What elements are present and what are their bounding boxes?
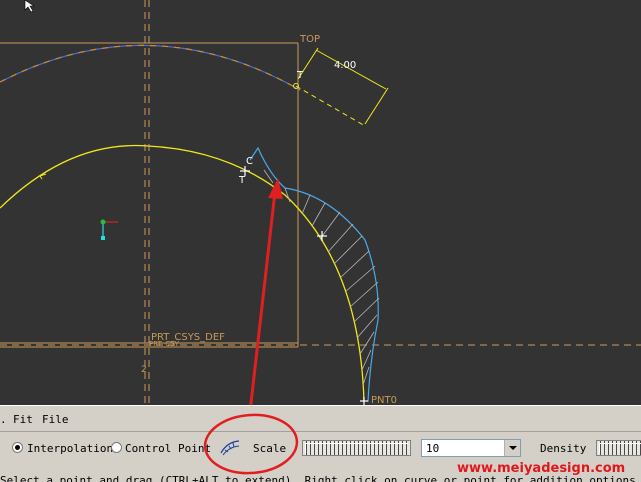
curve-edit-toolbar: Interpolation Control Point Scale 10 Den… <box>0 431 641 462</box>
interpolation-radio[interactable] <box>12 442 23 453</box>
control-point-label[interactable]: Control Point <box>125 442 211 455</box>
menu-fit[interactable]: Fit <box>13 413 33 426</box>
density-value: 10 <box>426 442 440 455</box>
mouse-cursor-icon <box>24 0 35 13</box>
center-lines <box>0 0 641 405</box>
interpolation-label[interactable]: Interpolation <box>27 442 113 455</box>
csys-triad-icon <box>100 219 118 240</box>
yellow-arc[interactable] <box>0 144 365 403</box>
menu-edge-dot: . <box>0 413 7 426</box>
model-canvas[interactable]: 2 <box>0 0 641 405</box>
chevron-down-icon[interactable] <box>504 440 520 456</box>
annotation-arrow <box>249 178 283 405</box>
density-select[interactable]: 10 <box>421 439 521 457</box>
control-point-radio[interactable] <box>111 442 122 453</box>
cyan-spline[interactable] <box>249 146 379 403</box>
graphics-viewport[interactable]: 2 TOP PRT_CSYS_DEF PNT0 PRT_CSY 4.00 C T… <box>0 0 641 406</box>
menu-bar: . Fit File <box>0 405 641 432</box>
datum-label-top[interactable]: TOP <box>300 35 320 45</box>
axis-glyph: 2 <box>141 365 147 375</box>
sketch-label-t: T <box>239 175 246 186</box>
dimension-label-t: T <box>297 70 304 81</box>
curvature-comb <box>263 169 380 386</box>
scale-label: Scale <box>253 442 287 455</box>
control-point-end[interactable] <box>360 397 368 405</box>
curvature-comb-icon[interactable] <box>219 438 241 458</box>
control-point-2[interactable] <box>317 231 327 241</box>
density-label: Density <box>540 442 587 455</box>
dimension-value[interactable]: 4.00 <box>334 61 356 71</box>
datum-label-csys-small: PRT_CSY <box>149 340 179 348</box>
scale-slider[interactable] <box>302 440 411 456</box>
watermark-url: www.meiyadesign.com <box>457 461 626 476</box>
menu-file[interactable]: File <box>42 413 69 426</box>
outer-dashed-arc[interactable] <box>0 44 301 91</box>
sketch-label-c: C <box>246 156 253 167</box>
density-slider[interactable] <box>596 440 641 456</box>
